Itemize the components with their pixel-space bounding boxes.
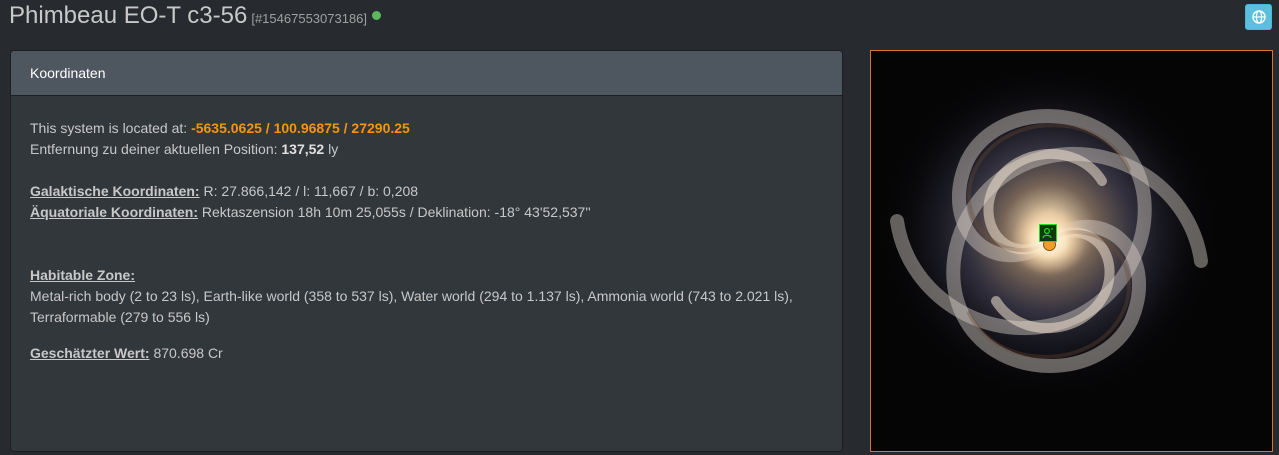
distance-label: Entfernung zu deiner aktuellen Position: bbox=[30, 141, 278, 157]
page-title: Phimbeau EO-T c3-56 [#15467553073186] bbox=[9, 2, 382, 30]
galactic-line: Galaktische Koordinaten: R: 27.866,142 /… bbox=[30, 181, 823, 202]
equatorial-value: Rektaszension 18h 10m 25,055s / Deklinat… bbox=[201, 204, 591, 220]
estimated-value-label: Geschätzter Wert: bbox=[30, 345, 150, 361]
system-coordinates: -5635.0625 / 100.96875 / 27290.25 bbox=[191, 120, 410, 136]
online-status-icon bbox=[372, 11, 382, 20]
estimated-value-line: Geschätzter Wert: 870.698 Cr bbox=[30, 343, 823, 364]
distance-value: 137,52 bbox=[281, 141, 325, 157]
galaxy-map[interactable] bbox=[870, 50, 1273, 452]
system-name: Phimbeau EO-T c3-56 bbox=[9, 2, 248, 29]
habitable-zone-label-line: Habitable Zone: bbox=[30, 265, 823, 286]
globe-icon bbox=[1251, 10, 1266, 24]
habitable-zone-line-2: Terraformable (279 to 556 ls) bbox=[30, 309, 210, 325]
system-id: [#15467553073186] bbox=[251, 11, 368, 26]
location-line: This system is located at: -5635.0625 / … bbox=[30, 118, 823, 139]
habitable-zone-label: Habitable Zone: bbox=[30, 267, 136, 283]
equatorial-line: Äquatoriale Koordinaten: Rektaszension 1… bbox=[30, 202, 823, 223]
panel-body: This system is located at: -5635.0625 / … bbox=[11, 96, 842, 451]
distance-unit: ly bbox=[328, 141, 339, 157]
galactic-label: Galaktische Koordinaten: bbox=[30, 183, 200, 199]
coordinates-panel: Koordinaten This system is located at: -… bbox=[10, 50, 843, 452]
location-prefix: This system is located at: bbox=[30, 120, 188, 136]
galactic-value: R: 27.866,142 / l: 11,667 / b: 0,208 bbox=[203, 183, 419, 199]
galaxy-image bbox=[871, 51, 1272, 451]
estimated-value-amount: 870.698 Cr bbox=[153, 345, 223, 361]
commander-position-icon[interactable] bbox=[1039, 224, 1057, 242]
distance-line: Entfernung zu deiner aktuellen Position:… bbox=[30, 139, 823, 160]
equatorial-label: Äquatoriale Koordinaten: bbox=[30, 204, 199, 220]
panel-heading: Koordinaten bbox=[11, 51, 842, 96]
globe-button[interactable] bbox=[1245, 4, 1272, 30]
person-icon bbox=[1042, 227, 1053, 239]
habitable-zone-line-1: Metal-rich body (2 to 23 ls), Earth-like… bbox=[30, 288, 793, 304]
top-bar: Phimbeau EO-T c3-56 [#15467553073186] bbox=[0, 0, 1279, 40]
